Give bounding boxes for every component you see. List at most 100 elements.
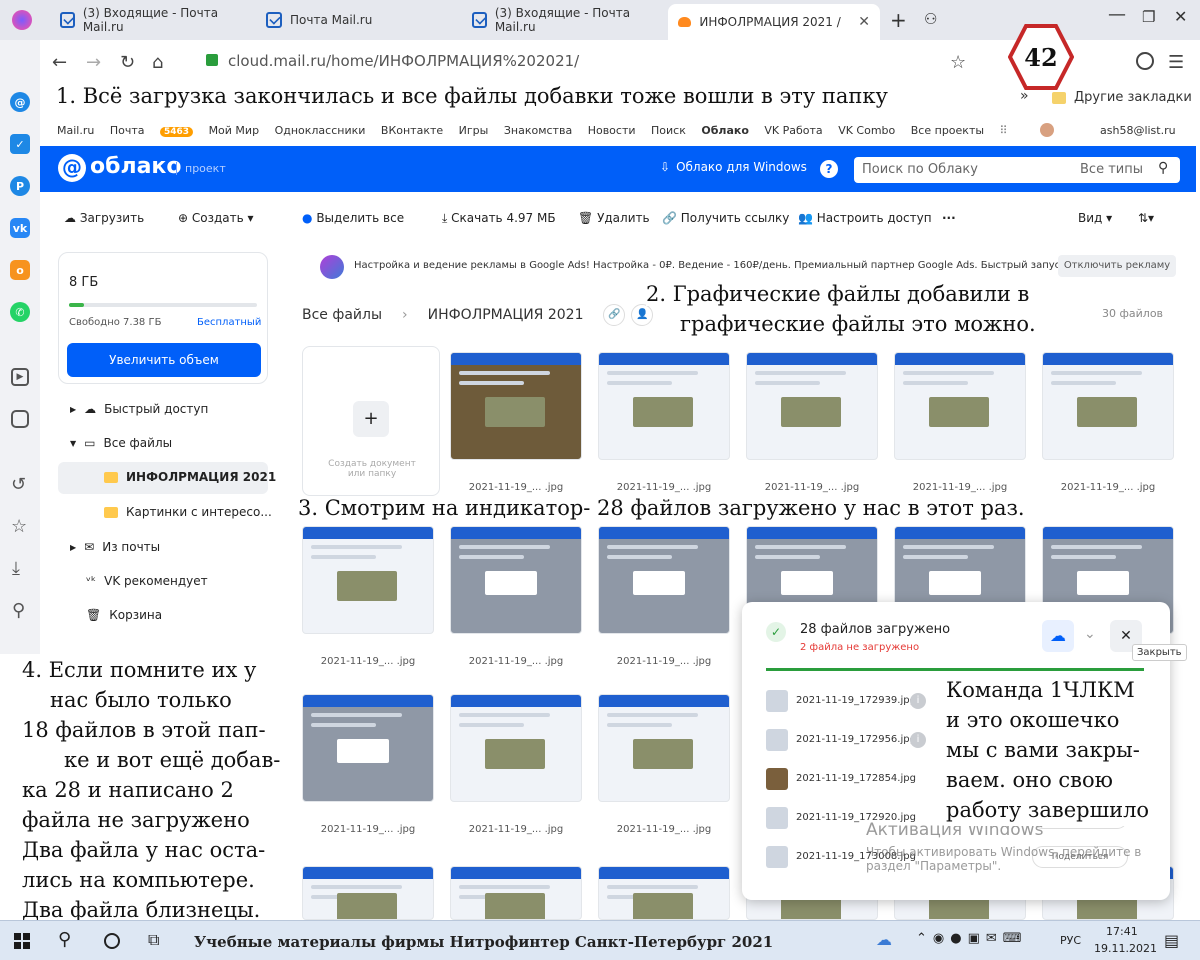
download-button[interactable]: ⤓ Скачать 4.97 МБ bbox=[442, 211, 556, 226]
portal-link[interactable]: Mail.ru bbox=[57, 124, 94, 137]
task-view-icon[interactable]: ⧉ bbox=[148, 930, 159, 950]
file-thumbnail[interactable] bbox=[450, 526, 582, 634]
notifications-icon[interactable]: ▤ bbox=[1164, 931, 1179, 950]
file-thumbnail[interactable] bbox=[746, 352, 878, 460]
weather-icon[interactable]: ☁ bbox=[876, 930, 892, 949]
share-users-icon[interactable]: 👤 bbox=[631, 304, 654, 326]
portal-link[interactable]: Все проекты bbox=[911, 124, 984, 137]
plan-link[interactable]: Бесплатный bbox=[197, 317, 261, 328]
portal-link[interactable]: Знакомства bbox=[504, 124, 572, 137]
user-avatar[interactable] bbox=[1040, 123, 1054, 137]
nav-quick-access[interactable]: ▶ ☁ Быстрый доступ bbox=[70, 402, 208, 416]
file-thumbnail[interactable] bbox=[302, 866, 434, 920]
access-button[interactable]: 👥 Настроить доступ bbox=[798, 211, 932, 225]
increase-storage-button[interactable]: Увеличить объем bbox=[67, 343, 261, 377]
create-document-tile[interactable]: + Создать документ или папку bbox=[302, 346, 440, 496]
cloud-for-windows-button[interactable]: ⇩ Облако для Windows bbox=[660, 160, 807, 174]
tray-icons[interactable]: ⌃◉●▣✉⌨ bbox=[916, 931, 1028, 946]
search-icon[interactable]: ⚲ bbox=[1158, 160, 1168, 176]
info-icon[interactable]: i bbox=[910, 693, 926, 709]
bookmark-star-icon[interactable]: ☆ bbox=[950, 52, 966, 73]
close-tab-icon[interactable]: ✕ bbox=[858, 14, 870, 30]
more-icon[interactable]: ··· bbox=[942, 211, 956, 225]
ad-banner[interactable]: Настройка и ведение рекламы в Google Ads… bbox=[302, 252, 1176, 282]
user-email[interactable]: ash58@list.ru bbox=[1100, 124, 1176, 137]
tools-icon[interactable]: ⚲ bbox=[12, 600, 25, 621]
menu-icon[interactable]: ☰ bbox=[1168, 52, 1184, 73]
disable-ads-button[interactable]: Отключить рекламу bbox=[1058, 255, 1176, 277]
file-thumbnail[interactable] bbox=[302, 694, 434, 802]
browser-logo-icon[interactable] bbox=[12, 10, 32, 30]
portal-link[interactable]: VK Combo bbox=[838, 124, 895, 137]
instagram-icon[interactable] bbox=[11, 410, 29, 428]
other-bookmarks[interactable]: Другие закладки bbox=[1052, 90, 1192, 105]
url-field[interactable]: cloud.mail.ru/home/ИНФОЛРМАЦИЯ%202021/ bbox=[228, 52, 579, 70]
mail-app-icon[interactable]: @ bbox=[10, 92, 30, 112]
windows-start-icon[interactable] bbox=[14, 933, 30, 949]
portal-link[interactable]: VK Работа bbox=[764, 124, 822, 137]
types-dropdown[interactable]: Все типы bbox=[1080, 162, 1143, 177]
portal-link[interactable]: Игры bbox=[459, 124, 489, 137]
back-icon[interactable]: ← bbox=[52, 52, 67, 73]
nav-vk-recommends[interactable]: ᵛᵏ VK рекомендует bbox=[86, 574, 208, 588]
file-thumbnail[interactable] bbox=[450, 866, 582, 920]
portal-link[interactable]: ВКонтакте bbox=[381, 124, 443, 137]
nav-all-files[interactable]: ▼ ▭ Все файлы bbox=[70, 436, 172, 450]
restore-icon[interactable]: ❐ bbox=[1142, 8, 1155, 26]
portal-link-mail[interactable]: Почта 5463 bbox=[110, 124, 194, 137]
home-icon[interactable]: ⌂ bbox=[152, 52, 163, 73]
delete-button[interactable]: 🗑 Удалить bbox=[578, 211, 650, 225]
vk-app-icon[interactable]: vk bbox=[10, 218, 30, 238]
nav-from-mail[interactable]: ▶ ✉ Из почты bbox=[70, 540, 160, 554]
get-link-button[interactable]: 🔗 Получить ссылку bbox=[662, 211, 789, 225]
minimize-icon[interactable]: — bbox=[1108, 4, 1126, 25]
cloud-search-input[interactable]: Поиск по Облаку Все типы ⚲ bbox=[854, 157, 1180, 183]
tasks-app-icon[interactable]: ✓ bbox=[10, 134, 30, 154]
info-icon[interactable]: i bbox=[910, 732, 926, 748]
grid-icon[interactable]: ⠿ bbox=[1000, 124, 1008, 137]
file-thumbnail[interactable] bbox=[450, 352, 582, 460]
upload-button[interactable]: ☁ Загрузить bbox=[64, 211, 144, 225]
portal-link[interactable]: Мой Мир bbox=[209, 124, 260, 137]
new-tab-icon[interactable]: + bbox=[890, 8, 907, 32]
tab-inbox-1[interactable]: (3) Входящие - Почта Mail.ru bbox=[50, 6, 255, 34]
p-app-icon[interactable]: P bbox=[10, 176, 30, 196]
search-icon[interactable]: ⚲ bbox=[58, 929, 71, 950]
file-thumbnail[interactable] bbox=[598, 694, 730, 802]
cloud-logo-text[interactable]: облако bbox=[90, 154, 181, 179]
history-icon[interactable]: ↺ bbox=[11, 474, 26, 495]
reload-icon[interactable]: ↻ bbox=[120, 52, 135, 73]
account-icon[interactable] bbox=[1136, 52, 1154, 70]
file-thumbnail[interactable] bbox=[598, 352, 730, 460]
ok-app-icon[interactable]: о bbox=[10, 260, 30, 280]
nav-folder-pictures[interactable]: Картинки с интересо... bbox=[104, 505, 272, 519]
forward-icon[interactable]: → bbox=[86, 52, 101, 73]
file-thumbnail[interactable] bbox=[598, 526, 730, 634]
select-all-button[interactable]: ● Выделить все bbox=[302, 211, 404, 225]
tab-mail[interactable]: Почта Mail.ru bbox=[256, 6, 461, 34]
file-thumbnail[interactable] bbox=[302, 526, 434, 634]
favorites-icon[interactable]: ☆ bbox=[11, 516, 27, 537]
view-button[interactable]: Вид ▾ bbox=[1078, 211, 1112, 225]
whatsapp-app-icon[interactable]: ✆ bbox=[10, 302, 30, 322]
tab-inbox-2[interactable]: (3) Входящие - Почта Mail.ru bbox=[462, 6, 667, 34]
close-window-icon[interactable]: ✕ bbox=[1174, 7, 1187, 26]
link-icon[interactable]: 🔗 bbox=[603, 304, 626, 326]
downloads-icon[interactable]: ⤓ bbox=[12, 558, 20, 579]
file-thumbnail[interactable] bbox=[1042, 352, 1174, 460]
portal-link[interactable]: Одноклассники bbox=[275, 124, 366, 137]
nav-folder-current[interactable]: ИНФОЛРМАЦИЯ 2021 bbox=[104, 470, 276, 484]
collapse-chevron-icon[interactable]: ⌄ bbox=[1084, 626, 1096, 642]
language-indicator[interactable]: РУС bbox=[1060, 934, 1081, 947]
tab-cloud-active[interactable]: ИНФОЛРМАЦИЯ 2021 / Обла ✕ bbox=[668, 4, 880, 40]
breadcrumb-root[interactable]: Все файлы bbox=[302, 307, 382, 323]
cortana-icon[interactable] bbox=[104, 933, 120, 949]
portal-link-cloud[interactable]: Облако bbox=[701, 124, 749, 137]
sort-icon[interactable]: ⇅▾ bbox=[1138, 211, 1154, 225]
portal-link[interactable]: Новости bbox=[588, 124, 636, 137]
portal-link[interactable]: Поиск bbox=[651, 124, 686, 137]
create-button[interactable]: ⊕ Создать ▾ bbox=[178, 211, 254, 225]
cloud-upload-icon[interactable]: ☁ bbox=[1042, 620, 1074, 652]
file-thumbnail[interactable] bbox=[894, 352, 1026, 460]
file-thumbnail[interactable] bbox=[450, 694, 582, 802]
